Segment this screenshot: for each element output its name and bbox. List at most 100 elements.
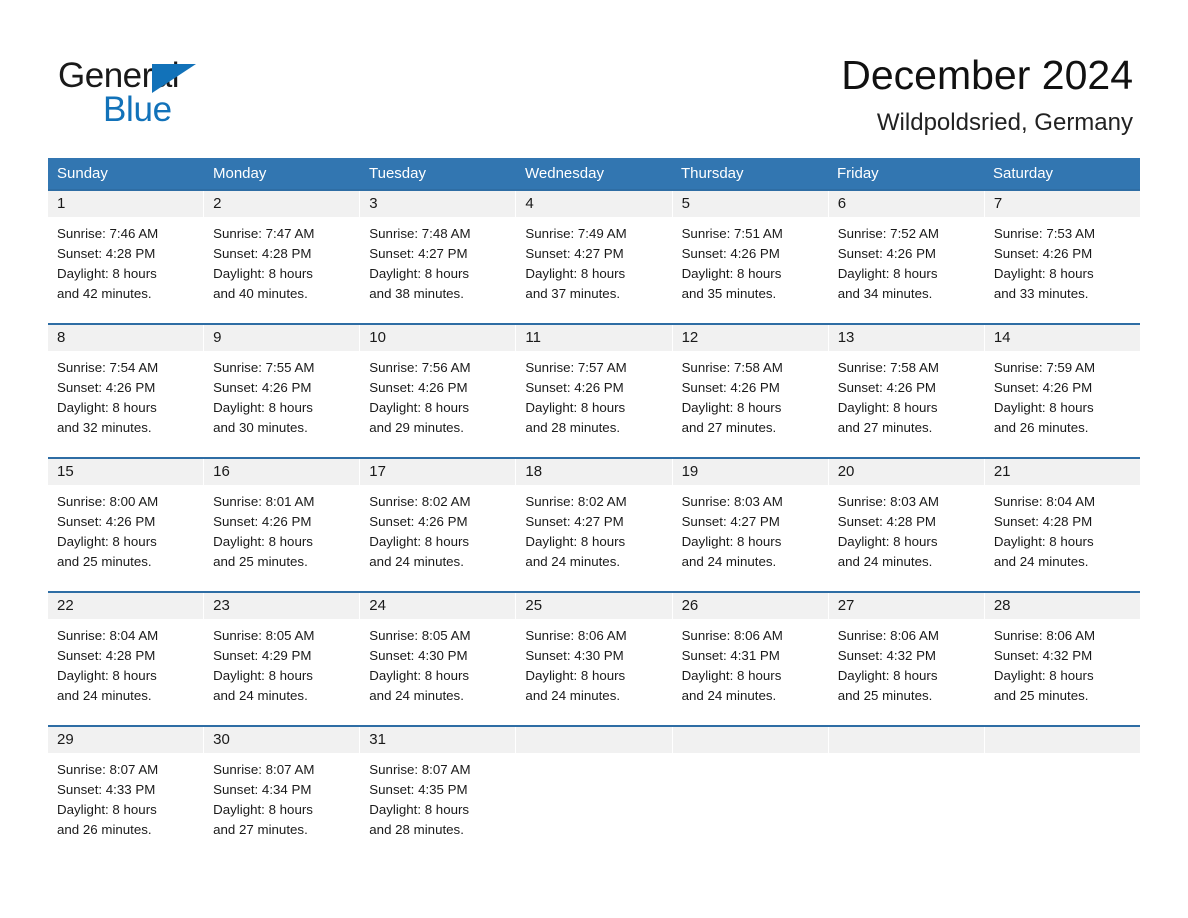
daylight-text-line2: and 24 minutes. xyxy=(525,688,621,703)
daylight-text-line2: and 26 minutes. xyxy=(993,420,1089,435)
day-details: Sunrise: 7:55 AM Sunset: 4:26 PM Dayligh… xyxy=(204,351,359,438)
day-cell[interactable]: 25 Sunrise: 8:06 AM Sunset: 4:30 PM Dayl… xyxy=(516,593,673,725)
day-cell[interactable]: 21 Sunrise: 8:04 AM Sunset: 4:28 PM Dayl… xyxy=(984,459,1140,591)
sunrise-text: Sunrise: 7:53 AM xyxy=(993,226,1096,241)
day-number: 8 xyxy=(48,325,204,351)
day-details: Sunrise: 8:03 AM Sunset: 4:28 PM Dayligh… xyxy=(829,485,984,572)
daylight-text-line1: Daylight: 8 hours xyxy=(213,668,313,683)
day-cell[interactable]: 31 Sunrise: 8:07 AM Sunset: 4:35 PM Dayl… xyxy=(360,727,517,847)
sunrise-text: Sunrise: 7:56 AM xyxy=(369,360,471,375)
daylight-text-line1: Daylight: 8 hours xyxy=(837,400,938,415)
day-details: Sunrise: 8:05 AM Sunset: 4:30 PM Dayligh… xyxy=(360,619,515,706)
daylight-text-line1: Daylight: 8 hours xyxy=(57,668,157,683)
sunrise-text: Sunrise: 7:58 AM xyxy=(681,360,783,375)
day-cell[interactable]: 23 Sunrise: 8:05 AM Sunset: 4:29 PM Dayl… xyxy=(204,593,361,725)
day-cell[interactable]: 9 Sunrise: 7:55 AM Sunset: 4:26 PM Dayli… xyxy=(204,325,361,457)
sunrise-text: Sunrise: 8:02 AM xyxy=(369,494,471,509)
sunset-text: Sunset: 4:27 PM xyxy=(681,514,780,529)
sunrise-text: Sunrise: 7:46 AM xyxy=(57,226,159,241)
day-cell[interactable]: 16 Sunrise: 8:01 AM Sunset: 4:26 PM Dayl… xyxy=(204,459,361,591)
sunrise-text: Sunrise: 8:03 AM xyxy=(837,494,939,509)
sunset-text: Sunset: 4:26 PM xyxy=(837,246,937,261)
day-number: 26 xyxy=(672,593,828,619)
day-cell[interactable]: 12 Sunrise: 7:58 AM Sunset: 4:26 PM Dayl… xyxy=(672,325,829,457)
day-number: 14 xyxy=(984,325,1140,351)
daylight-text-line2: and 24 minutes. xyxy=(369,688,464,703)
day-cell[interactable]: 11 Sunrise: 7:57 AM Sunset: 4:26 PM Dayl… xyxy=(516,325,673,457)
day-cell[interactable]: 14 Sunrise: 7:59 AM Sunset: 4:26 PM Dayl… xyxy=(984,325,1140,457)
page-title: December 2024 xyxy=(841,52,1133,98)
day-number: 4 xyxy=(516,191,672,217)
day-cell[interactable]: 30 Sunrise: 8:07 AM Sunset: 4:34 PM Dayl… xyxy=(204,727,361,847)
day-cell[interactable]: 6 Sunrise: 7:52 AM Sunset: 4:26 PM Dayli… xyxy=(828,191,985,323)
sunset-text: Sunset: 4:26 PM xyxy=(57,380,156,395)
weekday-saturday: Saturday xyxy=(993,165,1054,182)
day-details: Sunrise: 7:58 AM Sunset: 4:26 PM Dayligh… xyxy=(829,351,984,438)
day-cell[interactable]: 27 Sunrise: 8:06 AM Sunset: 4:32 PM Dayl… xyxy=(828,593,985,725)
day-details: Sunrise: 8:06 AM Sunset: 4:32 PM Dayligh… xyxy=(829,619,984,706)
day-number: 21 xyxy=(984,459,1140,485)
sunrise-text: Sunrise: 7:49 AM xyxy=(525,226,627,241)
sunset-text: Sunset: 4:32 PM xyxy=(837,648,937,663)
daylight-text-line2: and 24 minutes. xyxy=(681,688,777,703)
daylight-text-line1: Daylight: 8 hours xyxy=(993,266,1094,281)
day-number: 22 xyxy=(48,593,204,619)
day-cell[interactable]: 1 Sunrise: 7:46 AM Sunset: 4:28 PM Dayli… xyxy=(48,191,205,323)
sunrise-text: Sunrise: 8:05 AM xyxy=(213,628,315,643)
sunset-text: Sunset: 4:32 PM xyxy=(993,648,1093,663)
sunrise-text: Sunrise: 8:06 AM xyxy=(525,628,627,643)
day-cell[interactable]: 5 Sunrise: 7:51 AM Sunset: 4:26 PM Dayli… xyxy=(672,191,829,323)
day-details: Sunrise: 7:53 AM Sunset: 4:26 PM Dayligh… xyxy=(985,217,1140,304)
daylight-text-line1: Daylight: 8 hours xyxy=(837,266,938,281)
sunrise-text: Sunrise: 8:06 AM xyxy=(681,628,783,643)
day-cell[interactable]: 8 Sunrise: 7:54 AM Sunset: 4:26 PM Dayli… xyxy=(48,325,205,457)
daylight-text-line2: and 28 minutes. xyxy=(369,822,464,837)
daylight-text-line2: and 33 minutes. xyxy=(993,286,1089,301)
day-cell[interactable]: 15 Sunrise: 8:00 AM Sunset: 4:26 PM Dayl… xyxy=(48,459,205,591)
day-cell[interactable]: 17 Sunrise: 8:02 AM Sunset: 4:26 PM Dayl… xyxy=(360,459,517,591)
day-details: Sunrise: 8:06 AM Sunset: 4:32 PM Dayligh… xyxy=(985,619,1140,706)
day-cell[interactable]: 3 Sunrise: 7:48 AM Sunset: 4:27 PM Dayli… xyxy=(360,191,517,323)
sunrise-text: Sunrise: 8:04 AM xyxy=(57,628,159,643)
day-details: Sunrise: 7:52 AM Sunset: 4:26 PM Dayligh… xyxy=(829,217,984,304)
sunset-text: Sunset: 4:28 PM xyxy=(57,648,156,663)
calendar-page: General Blue December 2024 Wildpoldsried… xyxy=(0,0,1188,918)
day-details: Sunrise: 8:07 AM Sunset: 4:35 PM Dayligh… xyxy=(360,753,515,840)
day-cell[interactable]: 18 Sunrise: 8:02 AM Sunset: 4:27 PM Dayl… xyxy=(516,459,673,591)
day-cell[interactable]: 28 Sunrise: 8:06 AM Sunset: 4:32 PM Dayl… xyxy=(984,593,1140,725)
daylight-text-line1: Daylight: 8 hours xyxy=(57,802,157,817)
sunrise-text: Sunrise: 8:02 AM xyxy=(525,494,627,509)
day-cell[interactable]: 4 Sunrise: 7:49 AM Sunset: 4:27 PM Dayli… xyxy=(516,191,673,323)
day-cell[interactable]: 20 Sunrise: 8:03 AM Sunset: 4:28 PM Dayl… xyxy=(828,459,985,591)
sunrise-text: Sunrise: 8:00 AM xyxy=(57,494,159,509)
day-cell[interactable]: 29 Sunrise: 8:07 AM Sunset: 4:33 PM Dayl… xyxy=(48,727,205,847)
daylight-text-line1: Daylight: 8 hours xyxy=(525,668,626,683)
page-header: General Blue December 2024 Wildpoldsried… xyxy=(0,0,1188,150)
sunset-text: Sunset: 4:27 PM xyxy=(525,246,624,261)
day-details: Sunrise: 8:06 AM Sunset: 4:30 PM Dayligh… xyxy=(516,619,671,706)
sunset-text: Sunset: 4:26 PM xyxy=(525,380,624,395)
daylight-text-line2: and 28 minutes. xyxy=(525,420,621,435)
day-cell[interactable]: 22 Sunrise: 8:04 AM Sunset: 4:28 PM Dayl… xyxy=(48,593,205,725)
daylight-text-line1: Daylight: 8 hours xyxy=(369,668,470,683)
day-cell[interactable]: 13 Sunrise: 7:58 AM Sunset: 4:26 PM Dayl… xyxy=(828,325,985,457)
day-details: Sunrise: 7:47 AM Sunset: 4:28 PM Dayligh… xyxy=(204,217,359,304)
daylight-text-line1: Daylight: 8 hours xyxy=(57,400,157,415)
daylight-text-line2: and 34 minutes. xyxy=(837,286,933,301)
daylight-text-line1: Daylight: 8 hours xyxy=(525,266,626,281)
day-cell[interactable]: 2 Sunrise: 7:47 AM Sunset: 4:28 PM Dayli… xyxy=(204,191,361,323)
calendar-table: Sunday Monday Tuesday Wednesday Thursday… xyxy=(48,158,1140,847)
sunset-text: Sunset: 4:28 PM xyxy=(57,246,156,261)
day-cell[interactable]: 7 Sunrise: 7:53 AM Sunset: 4:26 PM Dayli… xyxy=(984,191,1140,323)
day-cell[interactable]: 10 Sunrise: 7:56 AM Sunset: 4:26 PM Dayl… xyxy=(360,325,517,457)
sunrise-text: Sunrise: 7:58 AM xyxy=(837,360,939,375)
day-cell-empty xyxy=(672,727,829,847)
day-cell[interactable]: 24 Sunrise: 8:05 AM Sunset: 4:30 PM Dayl… xyxy=(360,593,517,725)
day-details: Sunrise: 8:00 AM Sunset: 4:26 PM Dayligh… xyxy=(48,485,203,572)
day-number xyxy=(516,727,672,753)
day-cell[interactable]: 19 Sunrise: 8:03 AM Sunset: 4:27 PM Dayl… xyxy=(672,459,829,591)
daylight-text-line2: and 32 minutes. xyxy=(57,420,152,435)
day-details: Sunrise: 8:02 AM Sunset: 4:26 PM Dayligh… xyxy=(360,485,515,572)
day-cell[interactable]: 26 Sunrise: 8:06 AM Sunset: 4:31 PM Dayl… xyxy=(672,593,829,725)
week-row: 15 Sunrise: 8:00 AM Sunset: 4:26 PM Dayl… xyxy=(48,457,1140,591)
